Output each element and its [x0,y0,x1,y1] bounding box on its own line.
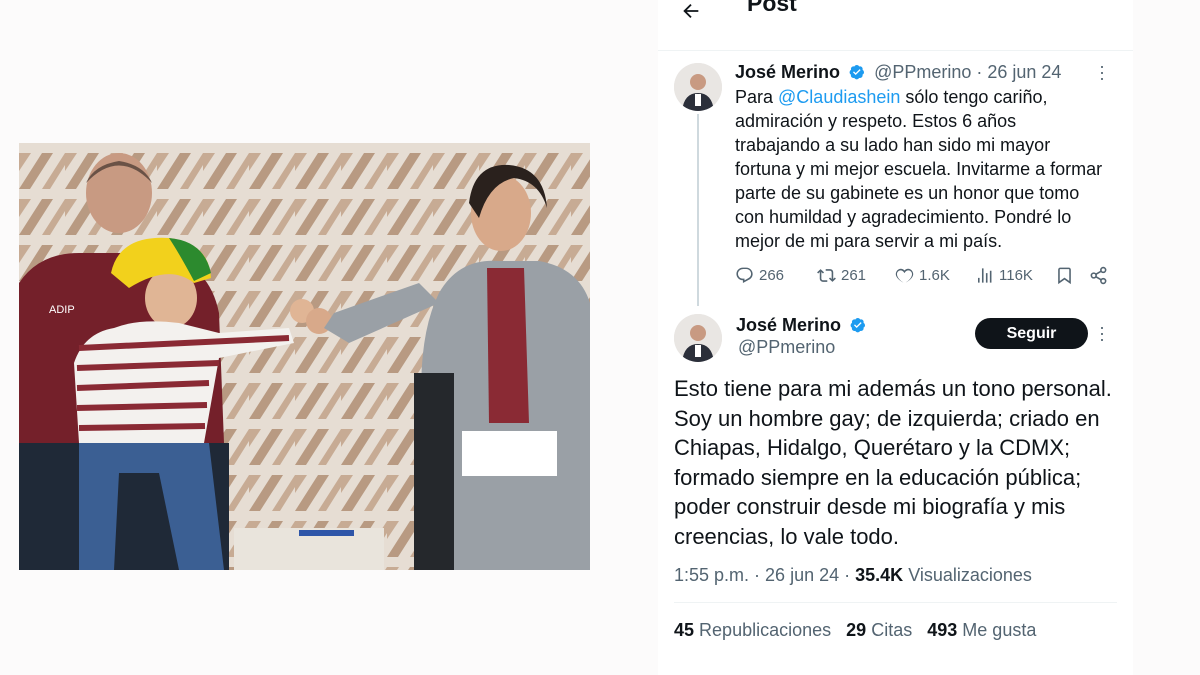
author-name[interactable]: José Merino [736,315,841,335]
views-icon [978,268,992,283]
author-name[interactable]: José Merino [735,62,840,82]
avatar[interactable] [674,63,722,111]
vest-label: ADIP [49,304,75,316]
reply-button[interactable]: 266 [735,266,784,285]
likes-total: 493 [927,620,958,640]
post-header: Post [658,0,1133,51]
reply-actions-bar: 266 261 1.6K 116K [735,266,1113,288]
views-label: Visualizaciones [908,565,1032,585]
mention-link[interactable]: @Claudiashein [778,87,900,107]
divider [674,602,1117,603]
follow-button[interactable]: Seguir [975,318,1088,349]
verified-badge-icon [850,318,866,333]
main-author-row: José Merino [736,315,866,336]
arrow-left-icon[interactable] [680,0,702,26]
post-time[interactable]: 1:55 p.m. [674,565,749,585]
post-panel: Post José Merino @PPmerino · 26 jun 24 ·… [658,0,1133,675]
heart-icon [895,268,914,284]
quotes-stat[interactable]: 29 Citas [846,620,912,640]
reply-post-text: Para @Claudiashein sólo tengo cariño, ad… [735,85,1105,253]
reposts-total: 45 [674,620,695,640]
reply-text-body: sólo tengo cariño, admiración y respeto.… [735,87,1103,251]
engagement-stats: 45 Republicaciones 29 Citas 493 Me gusta [674,620,1036,641]
author-handle[interactable]: @PPmerino [738,337,835,358]
repost-count: 261 [841,267,867,284]
views-button[interactable]: 116K [975,266,1033,285]
reply-text-prefix: Para [735,87,779,107]
post-date[interactable]: 26 jun 24 [765,565,839,585]
like-count: 1.6K [919,267,950,284]
share-button[interactable] [1089,266,1108,285]
repost-button[interactable]: 261 [817,266,866,285]
bookmark-icon [1058,267,1071,285]
reply-author-row: José Merino @PPmerino · 26 jun 24 [735,61,1061,83]
news-photo: ADIP [19,143,590,570]
thread-line [697,114,699,306]
quotes-total: 29 [846,620,867,640]
post-metadata: 1:55 p.m. · 26 jun 24 · 35.4K Visualizac… [674,565,1032,585]
like-button[interactable]: 1.6K [895,266,950,285]
views-count: 116K [999,267,1033,284]
main-post-text: Esto tiene para mi además un tono person… [674,376,1112,549]
likes-label: Me gusta [962,620,1037,640]
reply-icon [736,267,753,284]
repost-icon [817,269,836,282]
photo-illustration: ADIP [19,143,590,570]
more-options-icon[interactable]: ··· [1093,64,1113,82]
verified-badge-icon [849,65,865,80]
avatar[interactable] [674,314,722,362]
views-total: 35.4K [855,565,904,585]
page-title: Post [747,0,797,16]
handle-date[interactable]: @PPmerino · 26 jun 24 [874,62,1061,82]
more-options-icon[interactable]: ··· [1093,325,1113,343]
reposts-label: Republicaciones [699,620,832,640]
share-icon [1090,266,1107,285]
reply-count: 266 [759,267,785,284]
likes-stat[interactable]: 493 Me gusta [927,620,1036,640]
quotes-label: Citas [871,620,913,640]
reposts-stat[interactable]: 45 Republicaciones [674,620,831,640]
bookmark-button[interactable] [1055,266,1074,285]
